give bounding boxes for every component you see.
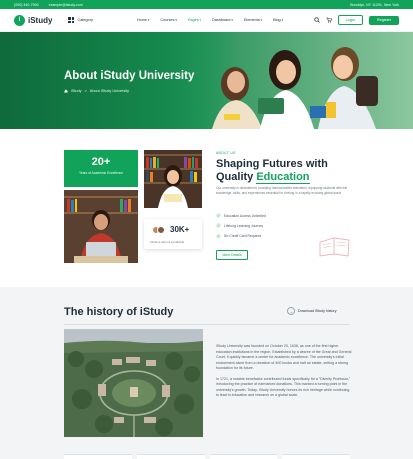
section-eyebrow: ABOUT US <box>216 151 236 155</box>
about-section: 20+ Years of Academic Excellence 30K+ Li… <box>0 129 413 287</box>
category-menu[interactable]: Category <box>68 17 93 23</box>
card-edge <box>64 454 132 459</box>
nav-item-home[interactable]: Home <box>137 18 149 22</box>
nav-tools: Login Register <box>313 15 399 25</box>
main-navbar: i iStudy Category Home Courses Pages Das… <box>0 9 413 32</box>
feature-list: ✓ Education Access Unlimited ✓ Lifelong … <box>216 213 266 239</box>
feature-item: ✓ Education Access Unlimited <box>216 213 266 218</box>
avatar <box>157 226 165 234</box>
topbar-email[interactable]: example@istudy.com <box>49 3 83 7</box>
next-section-cards <box>64 454 350 459</box>
page-title: About iStudy University <box>64 70 195 82</box>
feature-label: Education Access Unlimited <box>224 213 266 218</box>
logo-mark-icon: i <box>14 14 25 26</box>
nav-item-dashboard[interactable]: Dashboard <box>212 18 233 22</box>
divider <box>64 324 350 325</box>
years-stat-value: 20+ <box>91 156 111 168</box>
laptop-student-image <box>64 190 138 263</box>
topbar-phone[interactable]: (000) 440-7990 <box>14 3 39 7</box>
nav-item-pages[interactable]: Pages <box>188 18 201 22</box>
breadcrumb-home[interactable]: iStudy <box>71 89 82 93</box>
feature-label: Lifelong Learning Journey <box>224 223 264 228</box>
feature-item: ✓ Lifelong Learning Journey <box>216 223 266 229</box>
check-icon: ✓ <box>216 213 221 218</box>
arrow-right-icon: → <box>287 307 295 315</box>
register-button[interactable]: Register <box>368 15 399 25</box>
grid-icon <box>68 17 75 23</box>
cart-icon[interactable] <box>326 17 332 23</box>
history-heading: The history of iStudy <box>64 306 174 318</box>
history-text: iStudy University was founded on October… <box>216 344 352 399</box>
years-stat-card: 20+ Years of Academic Excellence <box>64 150 138 187</box>
login-button[interactable]: Login <box>337 15 363 25</box>
card-edge <box>136 454 205 459</box>
more-details-button[interactable]: More Details <box>216 250 248 260</box>
breadcrumb-current: About iStudy University <box>89 89 130 93</box>
about-description: Our university is dedicated to providing… <box>216 186 348 196</box>
nav-menu: Home Courses Pages Dashboard Elements Bl… <box>137 18 283 22</box>
download-history-label: Download iStudy history <box>298 309 337 313</box>
book-icon <box>319 237 350 257</box>
download-history-link[interactable]: → Download iStudy history <box>287 307 337 315</box>
history-paragraph-1: iStudy University was founded on October… <box>216 344 352 370</box>
nav-item-elements[interactable]: Elements <box>244 18 262 22</box>
logo-text: iStudy <box>28 15 53 25</box>
years-stat-label: Years of Academic Excellence <box>78 171 124 175</box>
search-icon[interactable] <box>313 17 320 23</box>
breadcrumb: iStudy > About iStudy University <box>64 89 129 93</box>
campus-aerial-image <box>64 329 203 437</box>
category-label: Category <box>77 18 93 22</box>
check-icon: ✓ <box>216 233 221 239</box>
library-student-image <box>144 150 202 208</box>
about-heading: Shaping Futures with Quality Education <box>216 158 356 184</box>
history-paragraph-2: In 1721, a notable benefactor contribute… <box>216 376 351 398</box>
breadcrumb-separator: > <box>84 89 87 93</box>
history-section: The history of iStudy → Download iStudy … <box>0 287 413 459</box>
top-info-bar: (000) 440-7990 example@istudy.com Brookl… <box>0 0 413 9</box>
nav-item-blog[interactable]: Blog <box>273 18 283 22</box>
feature-label: No Credit Card Required <box>224 234 262 239</box>
alumni-stat-card: 30K+ Lifetime alumni worldwide <box>144 219 202 249</box>
page-hero-banner: About iStudy University iStudy > About i… <box>0 32 413 129</box>
about-heading-highlight: Education <box>256 171 310 184</box>
site-logo[interactable]: i iStudy <box>14 14 53 26</box>
home-icon <box>64 89 68 93</box>
feature-item: ✓ No Credit Card Required <box>216 233 266 239</box>
hero-students-photo <box>180 32 413 129</box>
topbar-address: Brooklyn, NY 11201, New York <box>350 2 399 7</box>
alumni-avatars <box>152 226 165 234</box>
alumni-stat-label: Lifetime alumni worldwide <box>150 240 185 244</box>
check-icon: ✓ <box>216 223 221 229</box>
card-edge <box>282 454 350 459</box>
alumni-stat-value: 30K+ <box>170 225 190 234</box>
card-edge <box>209 454 278 459</box>
nav-item-courses[interactable]: Courses <box>160 18 176 22</box>
